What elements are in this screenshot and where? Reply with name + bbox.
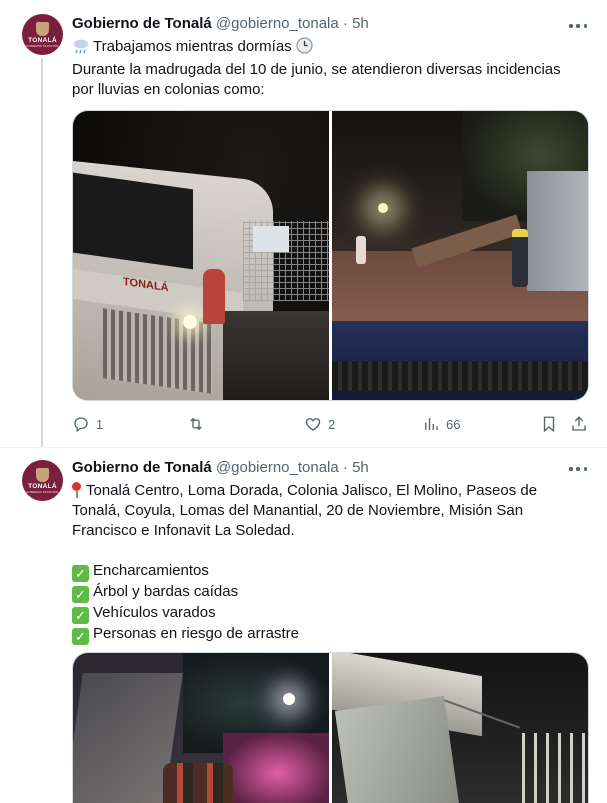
bookmark-icon <box>543 416 555 433</box>
separator-dot: · <box>342 459 348 476</box>
checklist-item: ✓ Árbol y bardas caídas <box>72 582 589 603</box>
checklist-label: Personas en riesgo de arrastre <box>93 625 299 642</box>
author-handle[interactable]: @gobierno_tonala <box>216 459 339 476</box>
tweet-text-line: Tonalá Centro, Loma Dorada, Colonia Jali… <box>86 482 538 499</box>
check-icon: ✓ <box>72 628 89 645</box>
views-icon <box>425 418 438 430</box>
tweet-text: Trabajamos mientras dormías Durante la m… <box>72 37 589 100</box>
author-handle[interactable]: @gobierno_tonala <box>216 15 339 32</box>
checklist-label: Vehículos varados <box>93 604 216 621</box>
tweet-text-line: Trabajamos mientras dormías <box>93 38 292 55</box>
share-button[interactable] <box>570 412 588 436</box>
tweet-text-line: por lluvias en colonias como: <box>72 81 265 98</box>
checklist-label: Encharcamientos <box>93 562 209 579</box>
retweet-icon <box>190 417 202 431</box>
more-options-button[interactable] <box>569 460 587 478</box>
tweet-header: Gobierno de Tonalá @gobierno_tonala · 5h <box>72 458 369 478</box>
photo-collapsed-structure[interactable] <box>332 653 588 803</box>
avatar-logo-text: TONALÁ <box>28 37 57 44</box>
retweet-button[interactable] <box>187 412 211 436</box>
coat-of-arms-icon <box>36 22 49 36</box>
tweet-text: Tonalá Centro, Loma Dorada, Colonia Jali… <box>72 481 589 645</box>
reply-icon <box>74 417 88 433</box>
check-icon: ✓ <box>72 607 89 624</box>
photo-fallen-tree-street[interactable] <box>332 111 588 400</box>
media-grid: TONALÁ <box>72 110 589 401</box>
tweet-actions: 1 2 66 <box>72 412 592 436</box>
avatar[interactable]: TONALÁ GOBIERNO MUNICIPAL <box>22 14 63 55</box>
clock-icon <box>296 37 313 60</box>
reply-count: 1 <box>96 416 104 432</box>
tweet-text-line: Durante la madrugada del 10 de junio, se… <box>72 61 561 78</box>
photo-fire-truck[interactable]: TONALÁ <box>73 111 329 400</box>
photo-night-street-crowd[interactable] <box>73 653 329 803</box>
separator-dot: · <box>342 15 348 32</box>
author-name[interactable]: Gobierno de Tonalá <box>72 15 212 32</box>
tweet[interactable]: TONALÁ GOBIERNO MUNICIPAL Gobierno de To… <box>0 0 607 448</box>
tweet-time[interactable]: 5h <box>352 459 369 476</box>
coat-of-arms-icon <box>36 468 49 482</box>
like-count: 2 <box>328 416 336 432</box>
more-options-button[interactable] <box>569 17 587 35</box>
checklist-label: Árbol y bardas caídas <box>93 583 239 600</box>
checklist-item: ✓ Personas en riesgo de arrastre <box>72 624 589 645</box>
tweet-time[interactable]: 5h <box>352 15 369 32</box>
check-icon: ✓ <box>72 586 89 603</box>
avatar[interactable]: TONALÁ GOBIERNO MUNICIPAL <box>22 460 63 501</box>
check-icon: ✓ <box>72 565 89 582</box>
author-name[interactable]: Gobierno de Tonalá <box>72 459 212 476</box>
tweet-text-line: Tonalá, Coyula, Lomas del Manantial, 20 … <box>72 502 524 519</box>
avatar-logo-text: TONALÁ <box>28 483 57 490</box>
cloud-rain-icon <box>72 38 90 60</box>
media-grid <box>72 652 589 803</box>
tweet-text-line: Francisco e Infonavit La Soledad. <box>72 522 295 539</box>
checklist-item: ✓ Encharcamientos <box>72 561 589 582</box>
bookmark-button[interactable] <box>540 412 558 436</box>
avatar-logo-subtext: GOBIERNO MUNICIPAL <box>25 490 60 494</box>
checklist-item: ✓ Vehículos varados <box>72 603 589 624</box>
views-button[interactable]: 66 <box>422 412 460 436</box>
map-pin-icon <box>72 482 81 498</box>
reply-button[interactable]: 1 <box>72 412 103 436</box>
tweet[interactable]: TONALÁ GOBIERNO MUNICIPAL Gobierno de To… <box>0 449 607 803</box>
views-count: 66 <box>446 416 461 432</box>
like-button[interactable]: 2 <box>304 412 335 436</box>
share-icon <box>572 416 586 431</box>
heart-icon <box>305 418 321 431</box>
tweet-header: Gobierno de Tonalá @gobierno_tonala · 5h <box>72 14 369 34</box>
avatar-logo-subtext: GOBIERNO MUNICIPAL <box>25 44 60 48</box>
